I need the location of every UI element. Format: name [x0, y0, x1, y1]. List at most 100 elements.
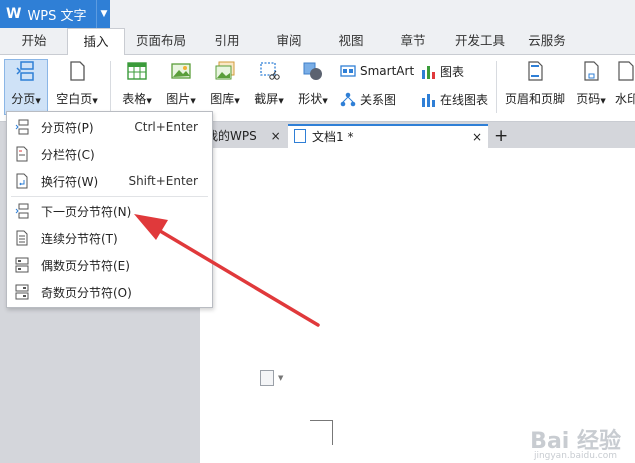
menu-item-continuous-section-break[interactable]: 连续分节符(T) — [7, 225, 212, 251]
chevron-down-icon: ▼ — [600, 97, 606, 105]
line-break-icon — [16, 173, 28, 189]
menu-item-next-page-section-break[interactable]: 下一页分节符(N) — [7, 198, 212, 224]
gallery-label: 图库 — [210, 92, 235, 106]
menu-item-label: 奇数页分节符(O) — [41, 285, 132, 300]
tab-document1[interactable]: 文档1 * × — [288, 124, 488, 148]
baidu-watermark-url: jingyan.baidu.com — [533, 451, 617, 461]
menu-item-even-page-section-break[interactable]: 偶数页分节符(E) — [7, 252, 212, 278]
wps-logo-icon: W — [6, 6, 22, 22]
watermark-icon — [618, 61, 634, 81]
chevron-down-icon: ▼ — [146, 97, 152, 105]
page-number-label: 页码 — [576, 92, 601, 106]
tab-page-layout[interactable]: 页面布局 — [130, 28, 192, 54]
page-break-label: 分页 — [11, 92, 36, 106]
online-chart-label: 在线图表 — [440, 93, 489, 107]
header-footer-button[interactable]: 页眉和页脚 — [502, 60, 568, 114]
chevron-down-icon: ▼ — [234, 97, 240, 105]
ribbon-tab-bar: 开始 插入 页面布局 引用 审阅 视图 章节 开发工具 云服务 — [0, 28, 635, 56]
smartart-button[interactable]: SmartArt — [340, 63, 414, 79]
smartart-label: SmartArt — [360, 64, 415, 78]
bar-chart-icon — [422, 65, 435, 79]
tab-review[interactable]: 审阅 — [264, 28, 314, 54]
tab-references[interactable]: 引用 — [202, 28, 252, 54]
page-break-menu: 分页符(P) Ctrl+Enter 分栏符(C) 换行符(W) Shift+En… — [6, 111, 213, 308]
my-wps-label: 我的WPS — [206, 129, 257, 143]
menu-item-label: 偶数页分节符(E) — [41, 258, 130, 273]
app-title: WPS 文字 — [27, 8, 87, 24]
document-page[interactable]: ▼ Bai 经验 jingyan.baidu.com — [200, 148, 635, 463]
ribbon-separator — [496, 61, 497, 113]
menu-item-column-break[interactable]: 分栏符(C) — [7, 141, 212, 167]
shapes-icon — [303, 62, 322, 80]
smartart-icon — [340, 65, 356, 77]
menu-item-shortcut: Ctrl+Enter — [134, 120, 198, 134]
menu-item-odd-page-section-break[interactable]: 奇数页分节符(O) — [7, 279, 212, 305]
page-break-button[interactable]: 分页▼ — [4, 59, 48, 115]
page-number-icon — [584, 61, 599, 81]
tab-cloud[interactable]: 云服务 — [519, 28, 575, 54]
relation-chart-label: 关系图 — [360, 93, 397, 107]
close-icon[interactable]: × — [271, 129, 281, 143]
relation-chart-button[interactable]: 关系图 — [340, 91, 396, 108]
chevron-down-icon: ▼ — [322, 97, 328, 105]
shapes-button[interactable]: 形状▼ — [292, 60, 334, 114]
picture-button[interactable]: 图片▼ — [160, 60, 202, 114]
page-margin-marker — [310, 420, 333, 445]
tab-chapter[interactable]: 章节 — [388, 28, 438, 54]
page-break-icon — [16, 61, 34, 81]
page-break-icon — [15, 119, 29, 135]
document-tab-bar: 我的WPS × 文档1 * × + — [200, 124, 635, 148]
chevron-down-icon: ▼ — [190, 97, 196, 105]
menu-item-line-break[interactable]: 换行符(W) Shift+Enter — [7, 168, 212, 194]
close-icon[interactable]: × — [472, 126, 482, 148]
even-page-section-break-icon — [15, 257, 29, 273]
blank-page-label: 空白页 — [56, 92, 93, 106]
gallery-button[interactable]: 图库▼ — [204, 60, 246, 114]
menu-item-label: 分栏符(C) — [41, 147, 95, 162]
screenshot-button[interactable]: 截屏▼ — [248, 60, 290, 114]
picture-icon — [171, 63, 191, 79]
table-icon — [127, 62, 147, 80]
table-label: 表格 — [122, 92, 147, 106]
ribbon-separator — [110, 61, 111, 113]
chart-button[interactable]: 图表 — [420, 63, 464, 80]
tab-developer[interactable]: 开发工具 — [449, 28, 511, 54]
online-chart-button[interactable]: 在线图表 — [420, 91, 488, 108]
blank-page-button[interactable]: 空白页▼ — [50, 60, 104, 114]
menu-separator — [11, 196, 208, 197]
header-footer-label: 页眉和页脚 — [504, 92, 565, 106]
menu-item-label: 连续分节符(T) — [41, 231, 118, 246]
app-menu-button[interactable]: W WPS 文字 ▼ — [0, 0, 110, 28]
document1-label: 文档1 * — [312, 130, 354, 144]
menu-item-label: 下一页分节符(N) — [41, 204, 132, 219]
gallery-icon — [215, 61, 235, 80]
tab-view[interactable]: 视图 — [326, 28, 376, 54]
menu-item-label: 换行符(W) — [41, 174, 99, 189]
relation-chart-icon — [340, 92, 356, 106]
header-footer-icon — [528, 61, 543, 81]
chevron-down-icon: ▼ — [278, 374, 284, 382]
tab-my-wps[interactable]: 我的WPS × — [206, 124, 286, 148]
tab-insert[interactable]: 插入 — [67, 28, 125, 56]
continuous-section-break-icon — [16, 230, 28, 246]
menu-item-page-break[interactable]: 分页符(P) Ctrl+Enter — [7, 114, 212, 140]
document-icon — [294, 129, 306, 143]
scissors-icon — [260, 62, 280, 80]
watermark-button[interactable]: 水印 — [615, 60, 635, 114]
next-page-section-break-icon — [15, 203, 29, 219]
page-number-button[interactable]: 页码▼ — [570, 60, 612, 114]
new-tab-button[interactable]: + — [494, 124, 510, 148]
shapes-label: 形状 — [298, 92, 323, 106]
table-button[interactable]: 表格▼ — [116, 60, 158, 114]
menu-item-shortcut: Shift+Enter — [128, 174, 198, 188]
paste-options-icon[interactable] — [260, 370, 274, 386]
chevron-down-icon: ▼ — [278, 97, 284, 105]
watermark-label: 水印 — [615, 92, 635, 106]
chevron-down-icon: ▼ — [35, 97, 41, 105]
tab-home[interactable]: 开始 — [8, 28, 60, 54]
odd-page-section-break-icon — [15, 284, 29, 300]
chevron-down-icon: ▼ — [92, 97, 98, 105]
chevron-down-icon[interactable]: ▼ — [96, 0, 111, 28]
picture-label: 图片 — [166, 92, 191, 106]
blank-page-icon — [70, 61, 85, 81]
